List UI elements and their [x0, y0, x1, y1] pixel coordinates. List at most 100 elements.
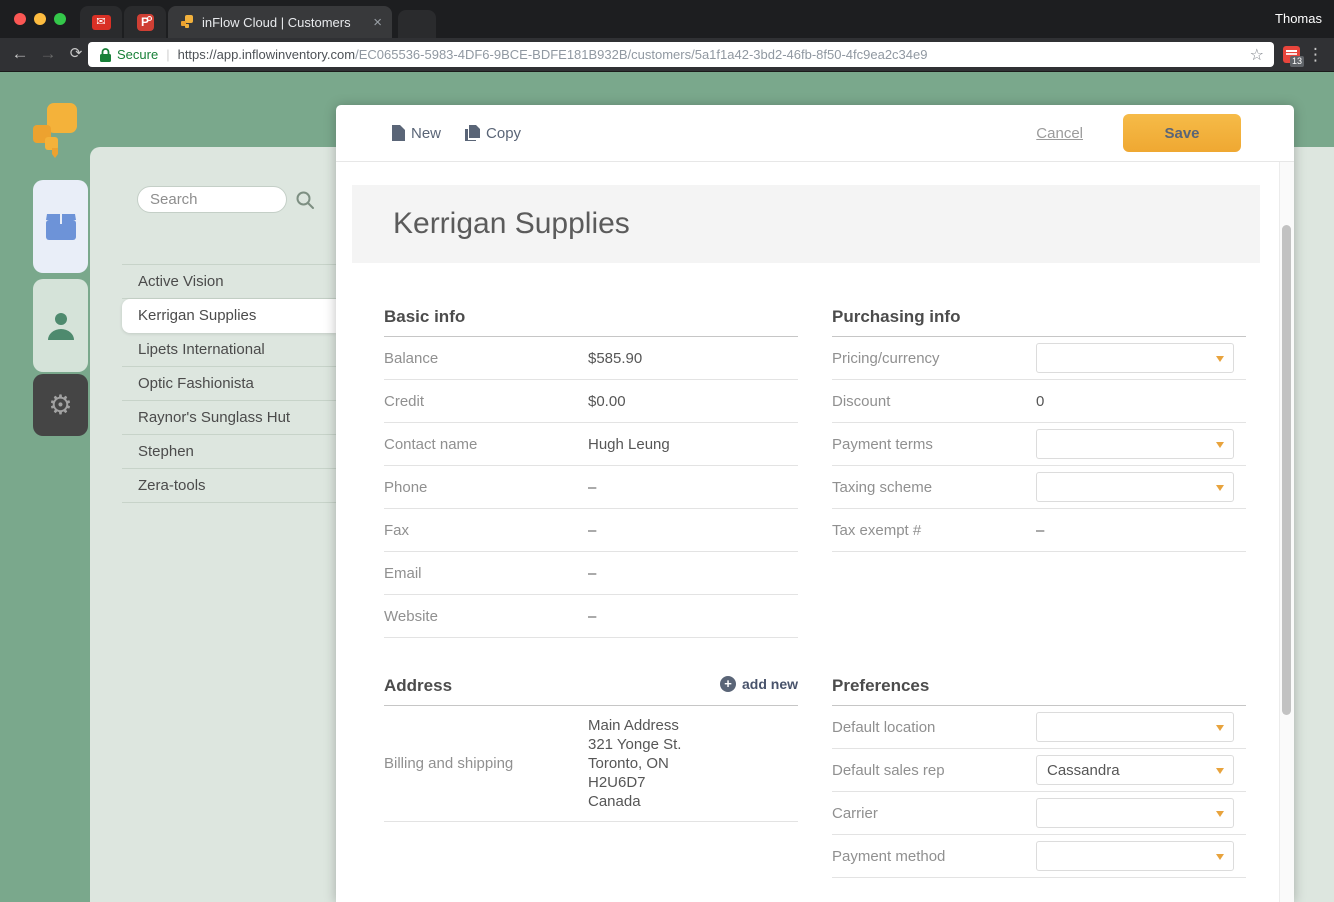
- field-label: Fax: [384, 522, 588, 539]
- customer-name: Lipets International: [138, 341, 265, 358]
- field-row: Email –: [384, 552, 798, 595]
- search-icon[interactable]: [295, 190, 315, 210]
- field-row: Tax exempt # –: [832, 509, 1246, 552]
- active-tab[interactable]: inFlow Cloud | Customers ×: [168, 6, 392, 38]
- section-heading: Preferences: [832, 676, 1246, 706]
- back-icon[interactable]: ←: [8, 42, 32, 66]
- dropdown-select[interactable]: [1036, 343, 1234, 373]
- dropdown-select[interactable]: [1036, 472, 1234, 502]
- browser-tab-bar: ✉ P inFlow Cloud | Customers × Thomas: [0, 0, 1334, 38]
- field-value: –: [1036, 522, 1044, 539]
- customer-name: Active Vision: [138, 273, 224, 290]
- field-label: Default sales rep: [832, 762, 1036, 779]
- field-value: Hugh Leung: [588, 436, 670, 453]
- field-value: –: [588, 522, 596, 539]
- field-row: Fax –: [384, 509, 798, 552]
- dropdown-select[interactable]: Cassandra: [1036, 755, 1234, 785]
- dropdown-select[interactable]: [1036, 798, 1234, 828]
- customer-list-item[interactable]: Optic Fashionista: [122, 367, 336, 401]
- chrome-profile-name[interactable]: Thomas: [1275, 11, 1322, 26]
- customer-list-item[interactable]: Active Vision: [122, 265, 336, 299]
- p-app-icon: P: [137, 14, 154, 31]
- field-label: Default location: [832, 719, 1036, 736]
- reload-icon[interactable]: ⟳: [64, 42, 88, 66]
- tab-title: inFlow Cloud | Customers: [202, 15, 365, 30]
- address-bar[interactable]: Secure | https://app.inflowinventory.com…: [88, 42, 1274, 67]
- customer-list-item[interactable]: Lipets International: [122, 333, 336, 367]
- section-heading: Purchasing info: [832, 307, 1246, 337]
- field-label: Tax exempt #: [832, 522, 1036, 539]
- inflow-favicon-icon: [180, 15, 194, 29]
- customer-list-item[interactable]: Zera-tools: [122, 469, 336, 503]
- save-button[interactable]: Save: [1123, 114, 1241, 152]
- customer-list: Active Vision Kerrigan Supplies Lipets I…: [122, 264, 336, 503]
- close-window-button[interactable]: [14, 13, 26, 25]
- add-new-address-button[interactable]: + add new: [720, 676, 798, 692]
- field-row: Website –: [384, 595, 798, 638]
- field-value: –: [588, 565, 596, 582]
- field-row: Taxing scheme: [832, 466, 1246, 509]
- section-basic-info: Basic info Balance $585.90: [384, 307, 798, 638]
- customer-list-item[interactable]: Kerrigan Supplies: [122, 299, 336, 333]
- field-label: Discount: [832, 393, 1036, 410]
- page-title: Kerrigan Supplies: [393, 207, 630, 241]
- inflow-logo: [30, 100, 82, 162]
- sidebar-tab-inventory[interactable]: [33, 180, 88, 273]
- chevron-down-icon: [1216, 811, 1224, 817]
- field-label: Billing and shipping: [384, 755, 588, 772]
- field-row: Billing and shipping Main Address 321 Yo…: [384, 706, 798, 822]
- field-label: Phone: [384, 479, 588, 496]
- chrome-menu-icon[interactable]: ⋮: [1307, 43, 1324, 67]
- background-tab[interactable]: [398, 10, 436, 38]
- field-row: Default sales rep Cassandra: [832, 749, 1246, 792]
- gmail-icon: ✉: [92, 15, 111, 30]
- pinned-tab-p[interactable]: P: [124, 6, 166, 38]
- bookmark-star-icon[interactable]: ☆: [1250, 45, 1264, 65]
- card-scrollbar-thumb[interactable]: [1282, 225, 1291, 715]
- pinned-tab-gmail[interactable]: ✉: [80, 6, 122, 38]
- secure-label: Secure: [117, 47, 158, 62]
- chevron-down-icon: [1216, 854, 1224, 860]
- new-button[interactable]: New: [392, 125, 441, 142]
- section-heading: Address + add new: [384, 676, 798, 706]
- chevron-down-icon: [1216, 768, 1224, 774]
- field-value: 0: [1036, 393, 1044, 410]
- dropdown-select[interactable]: [1036, 712, 1234, 742]
- cancel-button[interactable]: Cancel: [1036, 125, 1083, 142]
- fullscreen-window-button[interactable]: [54, 13, 66, 25]
- field-row: Discount 0: [832, 380, 1246, 423]
- new-document-icon: [392, 125, 405, 141]
- customer-name: Stephen: [138, 443, 194, 460]
- field-row: Payment method: [832, 835, 1246, 878]
- dropdown-select[interactable]: [1036, 429, 1234, 459]
- lock-icon: [100, 48, 111, 62]
- field-row: Contact name Hugh Leung: [384, 423, 798, 466]
- url-domain: https://app.inflowinventory.com: [178, 47, 356, 62]
- field-value: –: [588, 608, 596, 625]
- chevron-down-icon: [1216, 725, 1224, 731]
- field-label: Pricing/currency: [832, 350, 1036, 367]
- field-label: Payment terms: [832, 436, 1036, 453]
- sidebar-tab-customers[interactable]: [33, 279, 88, 372]
- dropdown-select[interactable]: [1036, 841, 1234, 871]
- browser-window: ✉ P inFlow Cloud | Customers × Thomas ← …: [0, 0, 1334, 902]
- card-scrollbar-track[interactable]: [1279, 162, 1294, 902]
- customer-list-item[interactable]: Raynor's Sunglass Hut: [122, 401, 336, 435]
- sidebar-tab-settings[interactable]: ⚙: [33, 374, 88, 436]
- field-label: Balance: [384, 350, 588, 367]
- extension-icon[interactable]: 13: [1283, 46, 1300, 63]
- customer-name: Optic Fashionista: [138, 375, 254, 392]
- field-label: Payment method: [832, 848, 1036, 865]
- minimize-window-button[interactable]: [34, 13, 46, 25]
- chevron-down-icon: [1216, 485, 1224, 491]
- close-tab-icon[interactable]: ×: [373, 14, 382, 31]
- search-input[interactable]: [137, 186, 287, 213]
- copy-button[interactable]: Copy: [465, 125, 521, 142]
- field-row: Carrier: [832, 792, 1246, 835]
- section-purchasing-info: Purchasing info Pricing/currency: [832, 307, 1246, 552]
- field-row: Credit $0.00: [384, 380, 798, 423]
- gear-icon: ⚙: [48, 390, 72, 421]
- inventory-box-icon: [45, 213, 77, 241]
- field-label: Email: [384, 565, 588, 582]
- customer-list-item[interactable]: Stephen: [122, 435, 336, 469]
